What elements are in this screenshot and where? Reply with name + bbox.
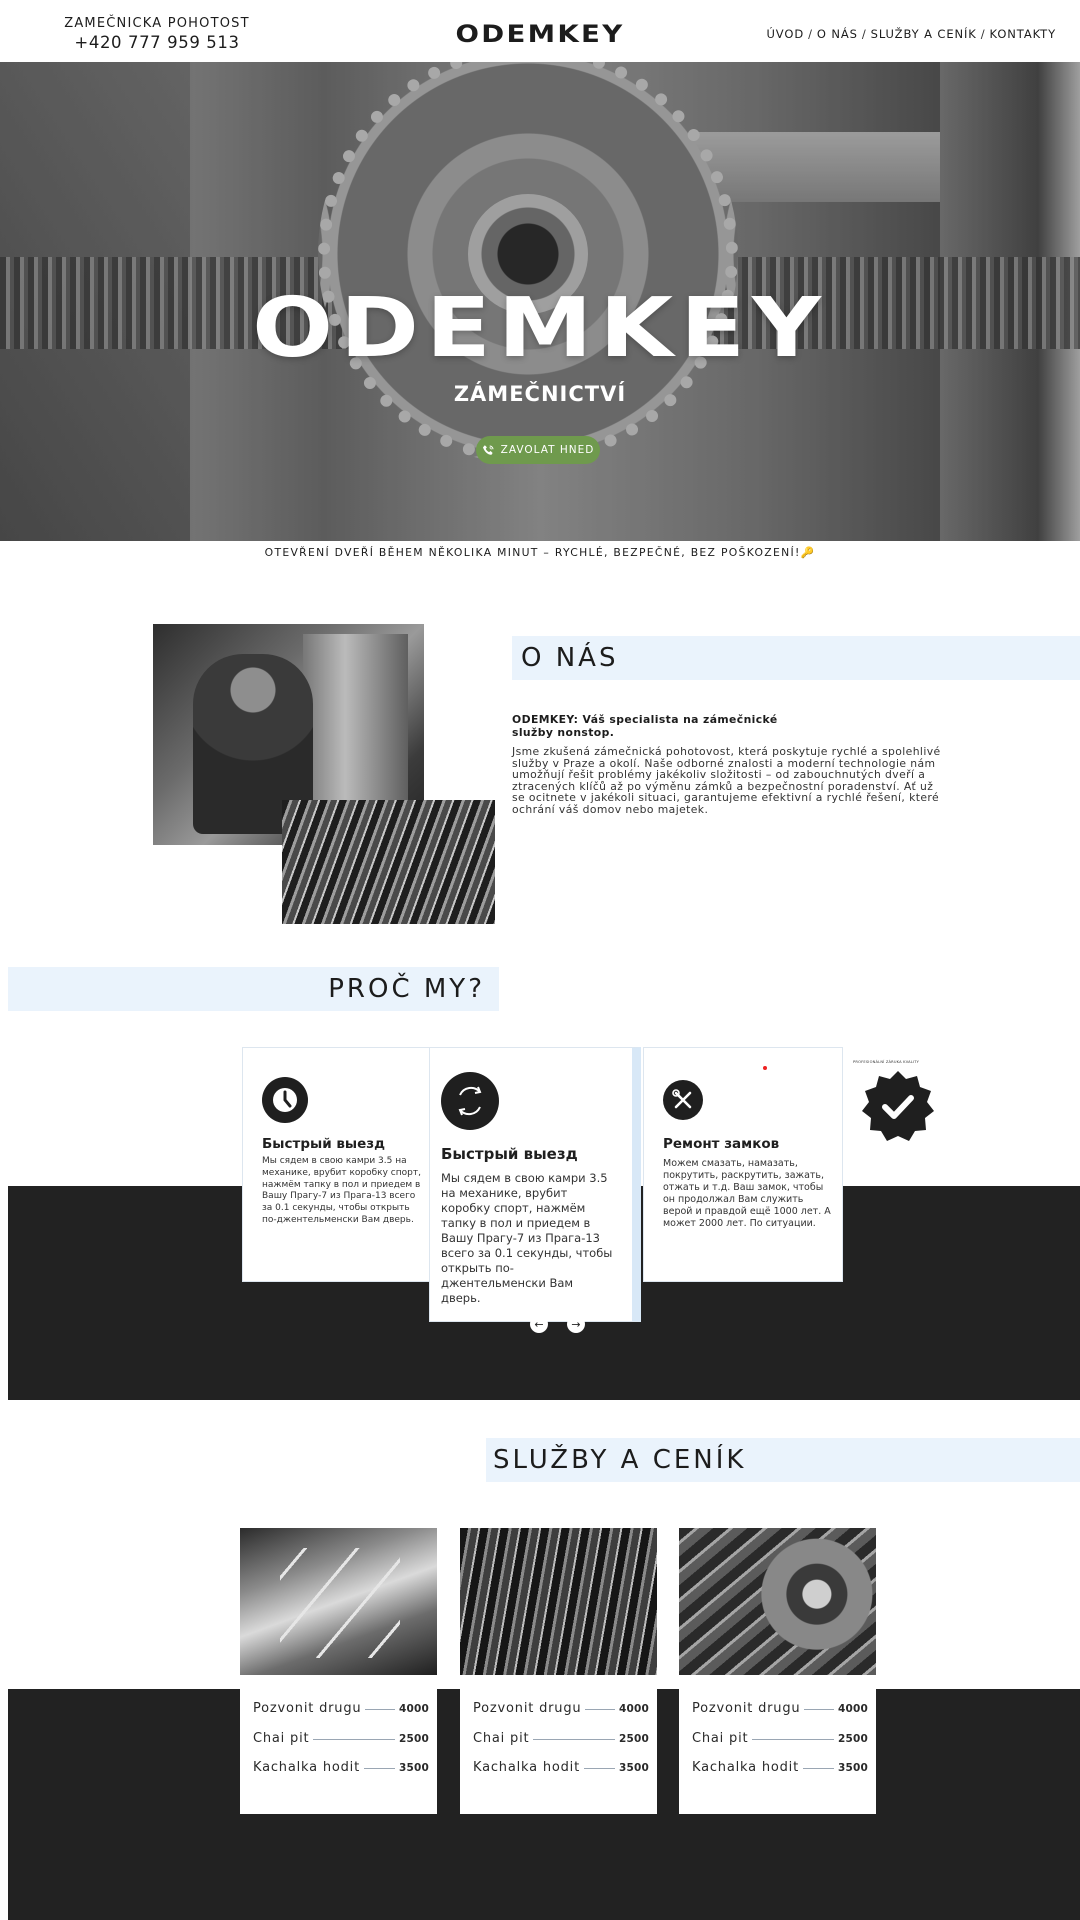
verified-badge-icon <box>862 1071 934 1141</box>
tools-photo <box>282 800 495 924</box>
tools-icon <box>663 1080 703 1120</box>
hero-title: ODEMKEY <box>252 281 828 376</box>
nav-item-uvod[interactable]: ÚVOD <box>766 27 804 41</box>
services-heading: SLUŽBY A CENÍK <box>493 1445 747 1475</box>
clock-icon <box>262 1077 308 1123</box>
about-heading: O NÁS <box>521 643 619 673</box>
service-price: 2500 <box>398 1732 429 1745</box>
brand-logo[interactable]: ODEMKEY <box>414 20 667 48</box>
about-heading-bar: O NÁS <box>512 636 1080 680</box>
price-row: Pozvonit drugu 4000 <box>692 1701 868 1731</box>
price-row: Kachalka hodit 3500 <box>473 1760 649 1790</box>
service-image <box>240 1528 437 1675</box>
header-phone[interactable]: +420 777 959 513 <box>64 33 250 52</box>
nav-item-o-nas[interactable]: O NÁS <box>817 27 858 41</box>
service-price: 4000 <box>837 1703 868 1715</box>
feature-card-active: Быстрый выезд Мы сядем в свою камри 3.5 … <box>429 1047 641 1322</box>
price-row: Chai pit 2500 <box>253 1731 429 1761</box>
feature-card: Ремонт замков Можем смазать, намазать, п… <box>643 1047 843 1282</box>
leader-line <box>583 1768 615 1769</box>
service-name: Chai pit <box>473 1730 530 1746</box>
leader-line <box>313 1738 395 1740</box>
service-name: Pozvonit drugu <box>253 1701 362 1716</box>
price-row: Kachalka hodit 3500 <box>253 1760 429 1790</box>
price-row: Pozvonit drugu 4000 <box>473 1701 649 1731</box>
nav-item-kontakty[interactable]: KONTAKTY <box>990 27 1056 41</box>
refresh-icon <box>441 1072 499 1130</box>
leader-line <box>585 1709 615 1710</box>
price-row: Pozvonit drugu 4000 <box>253 1701 429 1731</box>
carousel-prev-button[interactable]: ← <box>530 1315 548 1333</box>
nav-item-sluzby[interactable]: SLUŽBY A CENÍK <box>871 27 977 41</box>
service-name: Kachalka hodit <box>473 1760 580 1775</box>
hero-section: ODEMKEY ZÁMEČNICTVÍ ZAVOLAT HNED <box>0 62 1080 541</box>
price-list: Pozvonit drugu 4000 Chai pit 2500 Kachalka… <box>692 1701 868 1790</box>
service-name: Kachalka hodit <box>253 1760 360 1775</box>
service-price: 3500 <box>837 1762 868 1774</box>
service-price: 3500 <box>618 1762 649 1774</box>
leader-line <box>533 1738 615 1740</box>
nav-separator: / <box>980 27 986 41</box>
about-lead: ODEMKEY: Váš specialista na zámečnické s… <box>512 713 778 739</box>
leader-line <box>365 1709 395 1710</box>
service-name: Chai pit <box>253 1730 310 1746</box>
nav-separator: / <box>861 27 867 41</box>
feature-title: Ремонт замков <box>663 1136 780 1152</box>
call-now-label: ZAVOLAT HNED <box>500 444 595 456</box>
feature-text: Можем смазать, намазать, покрутить, раск… <box>663 1158 831 1229</box>
site-header: ZAMEČNICKA POHOTOST +420 777 959 513 ODE… <box>0 0 1080 62</box>
price-row: Chai pit 2500 <box>692 1731 868 1761</box>
about-body: Jsme zkušená zámečnická pohotovost, kter… <box>512 745 941 816</box>
service-name: Kachalka hodit <box>692 1760 799 1775</box>
header-subtitle: ZAMEČNICKA POHOTOST <box>64 16 250 31</box>
feature-text: Мы сядем в свою камри 3.5 на механике, в… <box>441 1171 613 1305</box>
hero-subtitle: ZÁMEČNICTVÍ <box>453 382 627 406</box>
service-card: Pozvonit drugu 4000 Chai pit 2500 Kachalka… <box>240 1528 437 1814</box>
main-nav: ÚVOD / O NÁS / SLUŽBY A CENÍK / KONTAKTY <box>766 27 1056 41</box>
feature-title: Быстрый выезд <box>262 1136 386 1152</box>
price-list: Pozvonit drugu 4000 Chai pit 2500 Kachalka… <box>473 1701 649 1790</box>
feature-text: Мы сядем в свою камри 3.5 на механике, в… <box>262 1156 421 1225</box>
service-price: 2500 <box>837 1732 868 1745</box>
leader-line <box>804 1709 834 1710</box>
call-now-button[interactable]: ZAVOLAT HNED <box>476 436 600 464</box>
service-image <box>460 1528 657 1675</box>
service-card: Pozvonit drugu 4000 Chai pit 2500 Kachalka… <box>679 1528 876 1814</box>
why-heading-bar: PROČ MY? <box>8 967 499 1011</box>
red-marker <box>763 1066 767 1070</box>
leader-line <box>363 1768 395 1769</box>
feature-card: Быстрый выезд Мы сядем в свою камри 3.5 … <box>242 1047 437 1282</box>
service-name: Pozvonit drugu <box>473 1701 582 1716</box>
carousel-next-button[interactable]: → <box>567 1315 585 1333</box>
service-price: 2500 <box>618 1732 649 1745</box>
leader-line <box>802 1768 834 1769</box>
price-row: Chai pit 2500 <box>473 1731 649 1761</box>
service-price: 3500 <box>398 1762 429 1774</box>
service-card: Pozvonit drugu 4000 Chai pit 2500 Kachalka… <box>460 1528 657 1814</box>
service-price: 4000 <box>398 1703 429 1715</box>
services-heading-bar: SLUŽBY A CENÍK <box>486 1438 1080 1482</box>
hero-tagline: OTEVŘENÍ DVEŘÍ BĚHEM NĚKOLIKA MINUT – RY… <box>264 546 816 559</box>
price-list: Pozvonit drugu 4000 Chai pit 2500 Kachalka… <box>253 1701 429 1790</box>
leader-line <box>752 1738 834 1740</box>
service-name: Pozvonit drugu <box>692 1701 801 1716</box>
phone-icon <box>482 444 494 455</box>
badge-caption: PROFESIONÁLNÍ ZÁRUKA KVALITY <box>853 1060 920 1064</box>
feature-title: Быстрый выезд <box>441 1145 578 1163</box>
service-image <box>679 1528 876 1675</box>
service-name: Chai pit <box>692 1730 749 1746</box>
why-heading: PROČ MY? <box>328 974 485 1004</box>
nav-separator: / <box>808 27 813 41</box>
service-price: 4000 <box>618 1703 649 1715</box>
price-row: Kachalka hodit 3500 <box>692 1760 868 1790</box>
